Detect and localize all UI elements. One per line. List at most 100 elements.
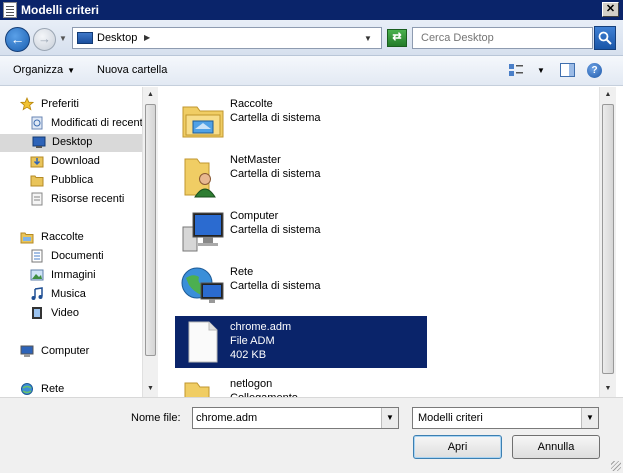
forward-button[interactable]: → xyxy=(33,28,56,51)
cancel-button[interactable]: Annulla xyxy=(512,435,600,459)
desktop-icon xyxy=(77,32,93,44)
search-box[interactable] xyxy=(412,27,593,49)
filename-input[interactable] xyxy=(193,408,379,428)
recent-places-icon xyxy=(31,116,43,130)
search-button[interactable] xyxy=(594,26,616,50)
nav-label: Pubblica xyxy=(51,174,94,186)
scroll-thumb[interactable] xyxy=(602,104,614,374)
filetype-value: Modelli criteri xyxy=(418,412,483,424)
music-icon xyxy=(31,287,43,300)
nav-label: Documenti xyxy=(51,250,104,262)
address-location[interactable]: Desktop xyxy=(97,32,137,44)
search-input[interactable] xyxy=(413,28,592,48)
network-icon xyxy=(21,383,33,395)
nav-label: Video xyxy=(51,307,79,319)
video-icon xyxy=(32,307,42,319)
nav-item-computer[interactable]: Computer xyxy=(20,343,140,361)
address-box[interactable]: Desktop ▶ xyxy=(72,27,382,49)
scroll-up-icon[interactable]: ▲ xyxy=(600,87,616,103)
help-button[interactable]: ? xyxy=(587,63,602,78)
window-title: Modelli criteri xyxy=(21,3,100,17)
nav-scrollbar[interactable]: ▲ ▼ xyxy=(142,87,158,397)
nav-item-modificati-di-recente[interactable]: Modificati di recente xyxy=(30,115,149,133)
libraries-folder-icon xyxy=(182,106,224,138)
refresh-button[interactable]: ⇄ xyxy=(387,29,407,47)
file-item-computer[interactable]: Computer Cartella di sistema xyxy=(175,205,427,257)
document-icon xyxy=(3,2,17,18)
change-view-icon[interactable] xyxy=(508,63,524,77)
nav-item-video[interactable]: Video xyxy=(30,305,142,323)
organize-label: Organizza xyxy=(13,64,64,76)
filetype-select[interactable]: Modelli criteri ▼ xyxy=(412,407,599,429)
nav-label: Rete xyxy=(41,383,65,395)
scroll-down-icon[interactable]: ▼ xyxy=(600,381,616,397)
recent-pages-dropdown[interactable]: ▼ xyxy=(59,34,67,43)
network-globe-icon xyxy=(181,267,224,303)
document-file-icon xyxy=(188,321,218,363)
libraries-icon xyxy=(20,232,34,244)
nav-item-download[interactable]: Download xyxy=(30,153,142,171)
user-folder-icon xyxy=(184,158,216,198)
file-item-netlogon[interactable]: netlogon Collegamento xyxy=(175,373,427,397)
file-name: netlogon xyxy=(230,378,273,390)
documents-icon xyxy=(31,249,43,263)
file-type: Cartella di sistema xyxy=(230,168,321,180)
nav-item-risorse-recenti[interactable]: Risorse recenti xyxy=(30,191,142,209)
navigation-pane: Preferiti Modificati di recente Desktop … xyxy=(0,87,158,397)
command-toolbar: Organizza ▼ Nuova cartella ▼ ? xyxy=(0,56,623,86)
view-options-dropdown[interactable]: ▼ xyxy=(537,66,545,75)
chevron-down-icon: ▼ xyxy=(67,66,76,75)
nav-label: Risorse recenti xyxy=(51,193,125,205)
filename-combobox[interactable]: ▼ xyxy=(192,407,399,429)
recent-items-icon xyxy=(31,192,43,206)
filename-label: Nome file: xyxy=(131,412,181,424)
file-name: Computer xyxy=(230,210,279,222)
address-dropdown[interactable]: ▼ xyxy=(364,34,372,43)
file-type: Cartella di sistema xyxy=(230,112,321,124)
desktop-icon xyxy=(32,136,46,148)
nav-item-preferiti[interactable]: Preferiti xyxy=(20,96,140,114)
nav-label: Immagini xyxy=(51,269,96,281)
nav-item-desktop[interactable]: Desktop xyxy=(0,134,142,152)
nav-item-pubblica[interactable]: Pubblica xyxy=(30,172,142,190)
scroll-thumb[interactable] xyxy=(145,104,156,356)
new-folder-button[interactable]: Nuova cartella xyxy=(97,64,167,76)
file-item-rete[interactable]: Rete Cartella di sistema xyxy=(175,261,427,313)
title-bar: Modelli criteri ✕ xyxy=(0,0,623,20)
scroll-up-icon[interactable]: ▲ xyxy=(143,87,158,103)
computer-icon xyxy=(182,212,224,252)
file-type: Cartella di sistema xyxy=(230,224,321,236)
computer-icon xyxy=(20,345,34,357)
preview-pane-button[interactable] xyxy=(560,63,575,77)
file-item-netmaster[interactable]: NetMaster Cartella di sistema xyxy=(175,149,427,201)
nav-item-documenti[interactable]: Documenti xyxy=(30,248,142,266)
downloads-folder-icon xyxy=(30,156,44,168)
breadcrumb-arrow-icon[interactable]: ▶ xyxy=(144,33,150,42)
nav-item-musica[interactable]: Musica xyxy=(30,286,142,304)
file-item-chrome-adm[interactable]: chrome.adm File ADM 402 KB xyxy=(175,316,427,368)
file-name: Rete xyxy=(230,266,254,278)
file-item-raccolte[interactable]: Raccolte Cartella di sistema xyxy=(175,93,427,145)
pictures-icon xyxy=(30,269,44,281)
scroll-down-icon[interactable]: ▼ xyxy=(143,381,158,397)
file-size: 402 KB xyxy=(230,349,267,361)
organize-button[interactable]: Organizza ▼ xyxy=(13,64,75,76)
close-button[interactable]: ✕ xyxy=(602,2,619,17)
nav-label: Preferiti xyxy=(41,98,79,110)
nav-label: Musica xyxy=(51,288,86,300)
nav-label: Download xyxy=(51,155,100,167)
nav-item-immagini[interactable]: Immagini xyxy=(30,267,142,285)
folder-shortcut-icon xyxy=(184,382,210,397)
file-list-scrollbar[interactable]: ▲ ▼ xyxy=(599,87,616,397)
file-name: NetMaster xyxy=(230,154,281,166)
open-button[interactable]: Apri xyxy=(413,435,502,459)
nav-item-raccolte[interactable]: Raccolte xyxy=(20,229,140,247)
nav-label: Raccolte xyxy=(41,231,84,243)
resize-grip[interactable] xyxy=(611,461,621,471)
back-button[interactable]: ← xyxy=(5,27,30,52)
chevron-down-icon[interactable]: ▼ xyxy=(581,408,598,428)
file-type: File ADM xyxy=(230,335,275,347)
chevron-down-icon[interactable]: ▼ xyxy=(381,408,398,428)
file-name: chrome.adm xyxy=(230,321,292,333)
file-name: Raccolte xyxy=(230,98,273,110)
